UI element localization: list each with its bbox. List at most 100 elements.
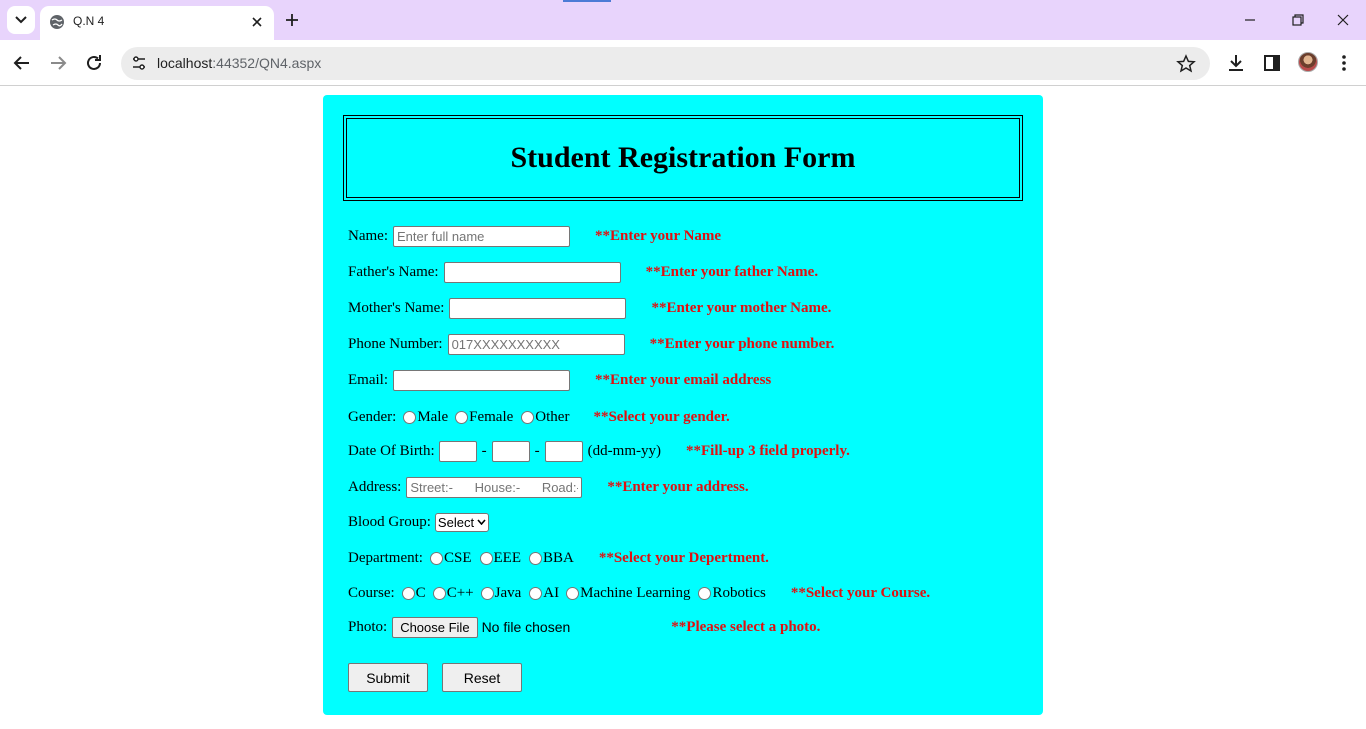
- department-row: Department: CSE EEE BBA **Select your De…: [348, 546, 769, 570]
- dob-separator: -: [481, 442, 487, 459]
- form-title-box: Student Registration Form: [343, 115, 1023, 201]
- course-robotics-label: Robotics: [712, 584, 766, 601]
- email-label: Email:: [348, 371, 388, 388]
- photo-row: Photo: Choose File No file chosen **Plea…: [348, 615, 820, 639]
- dob-error: **Fill-up 3 field properly.: [685, 442, 850, 459]
- blood-row: Blood Group: Select: [348, 510, 490, 534]
- more-vert-icon[interactable]: [1334, 53, 1354, 73]
- plus-icon[interactable]: [283, 11, 301, 29]
- phone-input[interactable]: [447, 333, 625, 355]
- photo-label: Photo:: [348, 618, 388, 635]
- course-ml-label: Machine Learning: [580, 584, 691, 601]
- blood-group-select[interactable]: Select: [434, 512, 490, 532]
- course-cpp-radio[interactable]: [432, 586, 446, 600]
- email-input[interactable]: [393, 369, 570, 391]
- blood-group-selected: Select: [437, 514, 475, 530]
- address-bar[interactable]: localhost:44352/QN4.aspx: [121, 47, 1210, 80]
- course-java-label: Java: [494, 584, 522, 601]
- address-input[interactable]: [406, 476, 583, 498]
- course-c-radio[interactable]: [401, 586, 415, 600]
- profile-avatar[interactable]: [1298, 52, 1318, 72]
- name-input[interactable]: [392, 225, 570, 247]
- course-ml-radio[interactable]: [566, 586, 580, 600]
- tab-strip-accent: [563, 0, 611, 2]
- registration-form: Student Registration Form Name: **Enter …: [323, 95, 1043, 715]
- address-row: Address: **Enter your address.: [348, 475, 749, 499]
- father-label: Father's Name:: [348, 263, 439, 280]
- url-host: localhost: [157, 55, 213, 71]
- gender-female-radio[interactable]: [455, 410, 469, 424]
- course-ai-label: AI: [543, 584, 560, 601]
- browser-toolbar: localhost:44352/QN4.aspx: [0, 40, 1366, 86]
- course-cpp-label: C++: [446, 584, 474, 601]
- tab-strip: Q.N 4: [0, 0, 1366, 40]
- gender-other-radio[interactable]: [521, 410, 535, 424]
- course-ai-radio[interactable]: [529, 586, 543, 600]
- course-label: Course:: [348, 584, 395, 601]
- gender-label: Gender:: [348, 408, 397, 425]
- side-panel-icon[interactable]: [1262, 53, 1282, 73]
- dob-day-input[interactable]: [438, 440, 477, 462]
- globe-icon: [50, 15, 64, 29]
- phone-row: Phone Number: **Enter your phone number.: [348, 332, 834, 356]
- mother-row: Mother's Name: **Enter your mother Name.: [348, 296, 831, 320]
- tune-icon[interactable]: [131, 55, 147, 71]
- gender-other-label: Other: [535, 408, 570, 425]
- course-robotics-radio[interactable]: [698, 586, 712, 600]
- course-c-label: C: [415, 584, 426, 601]
- father-error: **Enter your father Name.: [645, 263, 819, 280]
- chevron-down-icon: [15, 16, 27, 24]
- name-row: Name: **Enter your Name: [348, 224, 721, 248]
- reset-button[interactable]: Reset: [442, 663, 522, 692]
- course-row: Course: C C++ Java AI Machine Learning R…: [348, 581, 930, 605]
- father-name-input[interactable]: [443, 261, 621, 283]
- download-icon[interactable]: [1226, 53, 1246, 73]
- dept-eee-radio[interactable]: [479, 551, 493, 565]
- back-arrow-icon[interactable]: [12, 53, 32, 73]
- reload-icon[interactable]: [84, 53, 104, 73]
- choose-file-button[interactable]: Choose File: [392, 616, 478, 638]
- dob-month-input[interactable]: [491, 440, 530, 462]
- dept-cse-label: CSE: [443, 549, 472, 566]
- photo-error: **Please select a photo.: [671, 618, 821, 635]
- submit-button[interactable]: Submit: [348, 663, 428, 692]
- dob-row: Date Of Birth: - - (dd-mm-yy) **Fill-up …: [348, 439, 850, 463]
- dob-year-input[interactable]: [544, 440, 583, 462]
- gender-female-label: Female: [469, 408, 514, 425]
- tab-search-button[interactable]: [7, 6, 35, 34]
- course-java-radio[interactable]: [480, 586, 494, 600]
- gender-male-radio[interactable]: [403, 410, 417, 424]
- file-status: No file chosen: [481, 619, 571, 635]
- active-tab[interactable]: Q.N 4: [40, 6, 274, 40]
- chevron-down-icon: [477, 519, 486, 525]
- forward-arrow-icon[interactable]: [48, 53, 68, 73]
- url-path: :44352/QN4.aspx: [212, 55, 322, 71]
- minimize-icon[interactable]: [1238, 9, 1262, 31]
- email-error: **Enter your email address: [595, 371, 772, 388]
- window-close-icon[interactable]: [1331, 9, 1355, 31]
- name-error: **Enter your Name: [594, 227, 722, 244]
- star-icon[interactable]: [1176, 54, 1196, 74]
- close-icon[interactable]: [248, 13, 266, 31]
- course-error: **Select your Course.: [790, 584, 931, 601]
- email-row: Email: **Enter your email address: [348, 368, 771, 392]
- dept-bba-radio[interactable]: [529, 551, 542, 565]
- dob-label: Date Of Birth:: [348, 442, 435, 459]
- department-error: **Select your Depertment.: [598, 549, 769, 566]
- dob-format-hint: (dd-mm-yy): [587, 442, 661, 459]
- gender-error: **Select your gender.: [593, 408, 730, 425]
- address-label: Address:: [348, 478, 402, 495]
- tab-title: Q.N 4: [73, 14, 105, 28]
- restore-icon[interactable]: [1285, 9, 1309, 31]
- dept-cse-radio[interactable]: [429, 551, 443, 565]
- mother-label: Mother's Name:: [348, 299, 445, 316]
- address-error: **Enter your address.: [607, 478, 749, 495]
- mother-error: **Enter your mother Name.: [651, 299, 832, 316]
- phone-label: Phone Number:: [348, 335, 443, 352]
- gender-male-label: Male: [417, 408, 449, 425]
- blood-label: Blood Group:: [348, 513, 431, 530]
- name-label: Name:: [348, 227, 388, 244]
- mother-name-input[interactable]: [449, 297, 627, 319]
- url-text: localhost:44352/QN4.aspx: [157, 55, 321, 71]
- department-label: Department:: [348, 549, 423, 566]
